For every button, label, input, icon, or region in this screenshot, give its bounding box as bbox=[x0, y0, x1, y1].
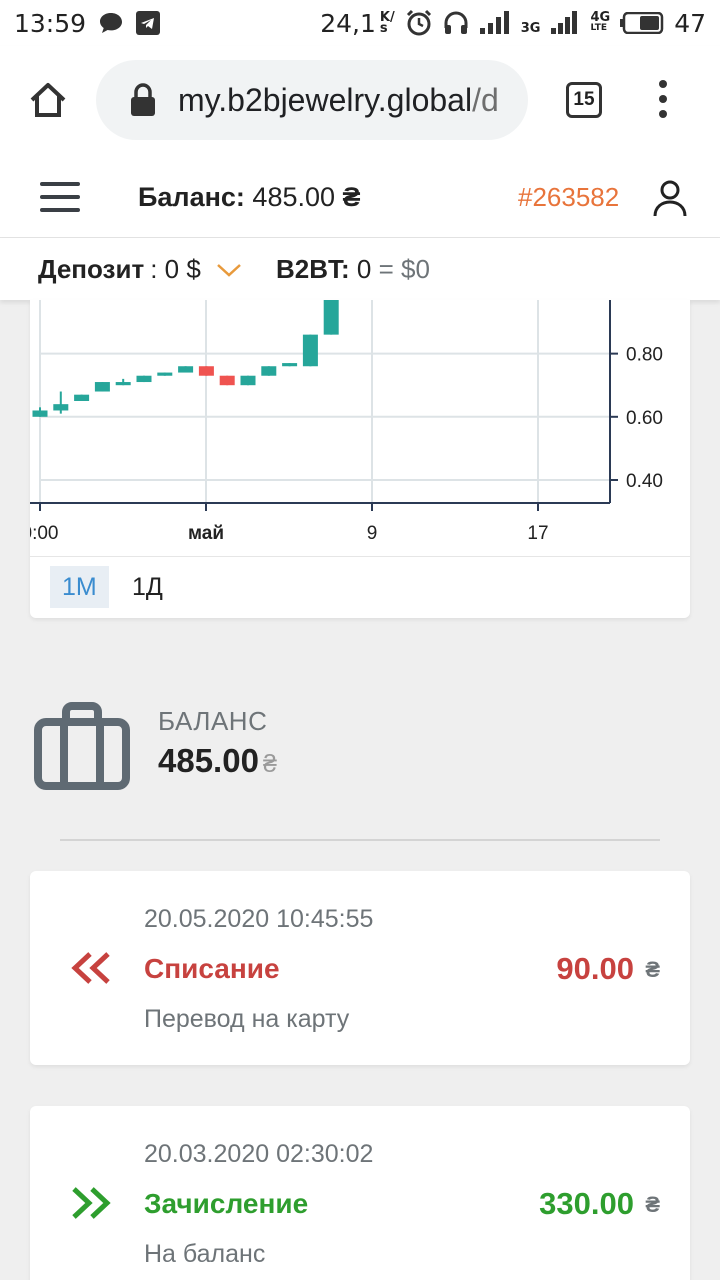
double-chevron-left-icon bbox=[71, 952, 110, 984]
x-tick-label: 9 bbox=[367, 523, 378, 544]
alarm-icon bbox=[406, 9, 431, 36]
candle-body bbox=[74, 394, 90, 401]
b2bt-balance: B2BT: 0 = $0 bbox=[276, 254, 430, 284]
y-tick-label: 0.80 bbox=[626, 345, 663, 366]
candle-body bbox=[53, 404, 69, 411]
network-speed: 24,1 K/ s bbox=[320, 8, 395, 38]
chat-bubble-icon bbox=[100, 13, 123, 33]
candle-body bbox=[240, 375, 256, 386]
transaction-currency: ₴ bbox=[645, 1192, 660, 1217]
transaction-amount: 330.00 bbox=[539, 1186, 634, 1221]
clock: 13:59 bbox=[14, 8, 87, 38]
transaction-date: 20.05.2020 10:45:55 bbox=[144, 905, 374, 933]
candlestick-chart[interactable]: 0.80 0.60 0.40 0:00 май 9 17 bbox=[30, 300, 690, 560]
divider bbox=[60, 839, 660, 841]
transaction-description: Перевод на карту bbox=[144, 1005, 350, 1033]
transaction-currency: ₴ bbox=[645, 957, 660, 982]
more-options-icon[interactable] bbox=[650, 76, 676, 122]
period-selector: 1M 1Д bbox=[30, 556, 690, 618]
deposit-dropdown[interactable]: Депозит : 0 $ bbox=[38, 254, 243, 285]
header-balance: Баланс: 485.00 ₴ bbox=[138, 182, 361, 212]
network-4g-label: 4G LTE bbox=[590, 10, 611, 33]
tab-switcher-button[interactable]: 15 bbox=[566, 82, 602, 118]
signal-icon bbox=[479, 11, 509, 34]
browser-toolbar: my.b2bjewelry.global/d 15 bbox=[0, 46, 720, 156]
battery-icon bbox=[620, 12, 664, 34]
transaction-description: На баланс bbox=[144, 1240, 266, 1268]
candle-body bbox=[157, 372, 173, 376]
transaction-card[interactable]: 20.05.2020 10:45:55 Списание 90.00 ₴ Пер… bbox=[30, 871, 690, 1065]
transaction-type: Списание bbox=[144, 953, 280, 984]
battery-percent: 47 bbox=[674, 8, 706, 38]
candle-body bbox=[261, 366, 277, 376]
x-tick-label: 17 bbox=[527, 523, 548, 544]
transaction-type: Зачисление bbox=[144, 1188, 309, 1219]
period-button-1m[interactable]: 1M bbox=[50, 566, 109, 608]
url-text: my.b2bjewelry.global/d bbox=[178, 81, 499, 118]
user-id[interactable]: #263582 bbox=[518, 182, 619, 213]
tab-count: 15 bbox=[573, 89, 595, 110]
headphones-icon bbox=[444, 11, 468, 34]
transaction-card[interactable]: 20.03.2020 02:30:02 Зачисление 330.00 ₴ … bbox=[30, 1106, 690, 1280]
balance-value: 485.00 ₴ bbox=[158, 742, 277, 779]
candle-body bbox=[323, 300, 339, 335]
candle-body bbox=[198, 366, 214, 376]
candle-body bbox=[94, 382, 110, 392]
chevron-down-icon bbox=[216, 263, 241, 277]
candle-body bbox=[32, 410, 48, 417]
briefcase-icon bbox=[34, 702, 130, 790]
x-tick-label: май bbox=[188, 523, 224, 544]
deposit-bar: Депозит : 0 $ B2BT: 0 = $0 bbox=[0, 238, 720, 300]
user-icon[interactable] bbox=[650, 178, 690, 218]
status-bar: 13:59 24,1 K/ s 3G 4G LTE 47 bbox=[0, 0, 720, 46]
candle-body bbox=[282, 363, 298, 367]
balance-label: БАЛАНС bbox=[158, 706, 268, 736]
period-button-1d[interactable]: 1Д bbox=[120, 566, 175, 608]
candle-body bbox=[219, 375, 235, 386]
x-tick-label: 0:00 bbox=[30, 523, 58, 544]
site-header: Баланс: 485.00 ₴ #263582 bbox=[0, 156, 720, 238]
address-bar[interactable]: my.b2bjewelry.global/d bbox=[96, 60, 528, 140]
price-chart-card: 0.80 0.60 0.40 0:00 май 9 17 1M 1Д bbox=[30, 300, 690, 618]
menu-icon[interactable] bbox=[40, 182, 80, 212]
home-icon[interactable] bbox=[28, 80, 68, 120]
telegram-icon bbox=[136, 11, 161, 35]
y-tick-label: 0.40 bbox=[626, 471, 663, 492]
transaction-amount: 90.00 bbox=[556, 951, 634, 986]
candle-body bbox=[302, 334, 318, 367]
network-3g-label: 3G bbox=[520, 20, 541, 36]
candle-body bbox=[115, 382, 131, 386]
lock-icon bbox=[131, 83, 155, 116]
y-tick-label: 0.60 bbox=[626, 408, 663, 429]
candle-body bbox=[178, 366, 194, 373]
candle-body bbox=[136, 375, 152, 383]
signal-icon bbox=[551, 11, 578, 34]
transaction-date: 20.03.2020 02:30:02 bbox=[144, 1140, 374, 1168]
double-chevron-right-icon bbox=[72, 1187, 111, 1219]
